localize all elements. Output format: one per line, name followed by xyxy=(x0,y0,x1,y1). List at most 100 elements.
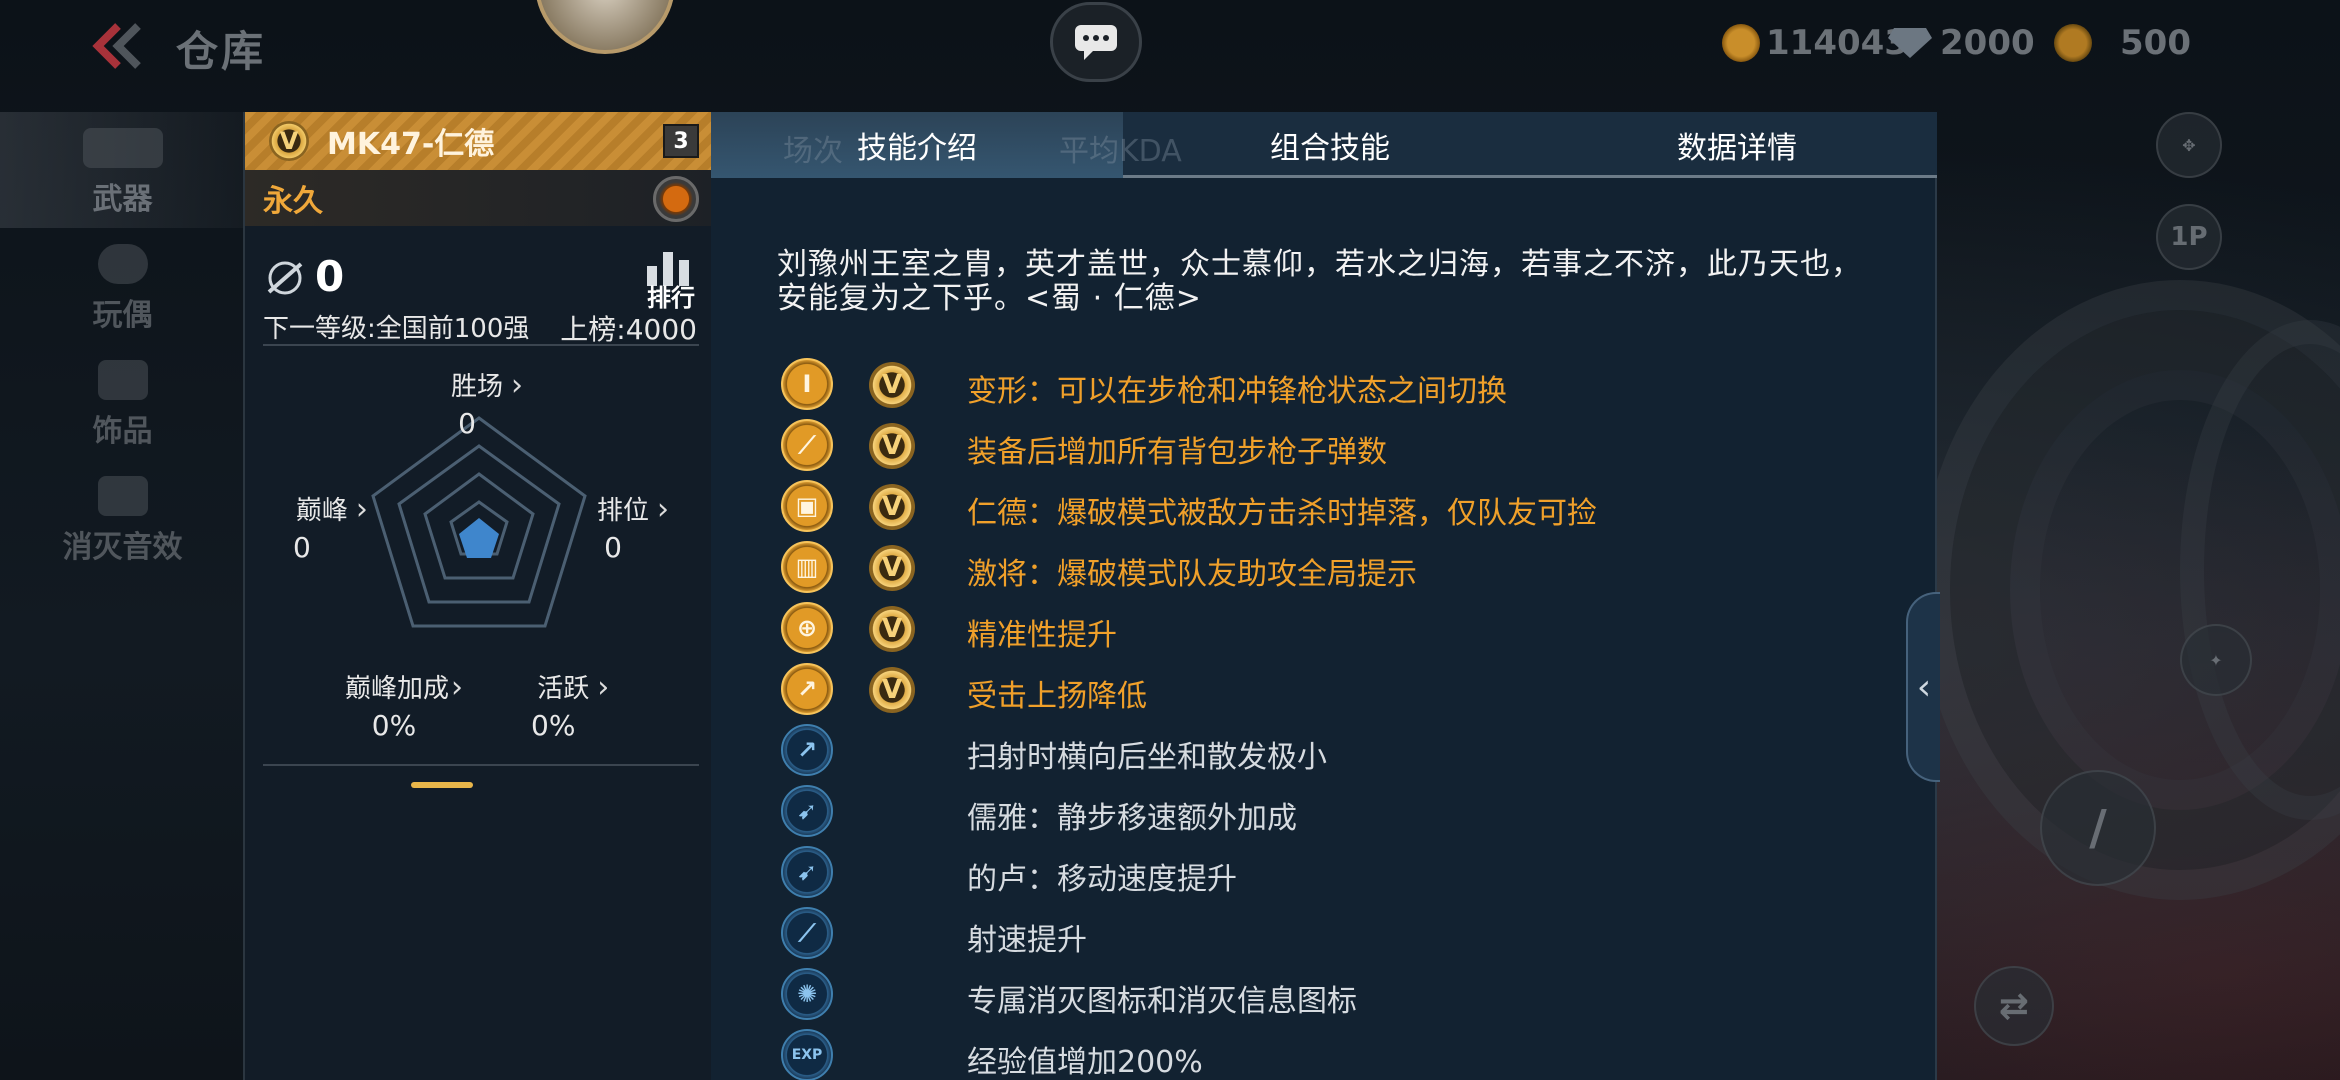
stat-activity[interactable]: 活跃 › 0% xyxy=(531,668,615,742)
spread-icon: ↗ xyxy=(781,724,833,776)
chat-button[interactable] xyxy=(1050,2,1142,82)
chevron-right-icon: › xyxy=(355,492,368,527)
skill-text: 经验值增加200% xyxy=(967,1045,1203,1080)
weapon-description: 刘豫州王室之胄，英才盖世，众士慕仰，若水之归海，若事之不济，此乃天也，安能复为之… xyxy=(777,247,1862,316)
token-icon xyxy=(2054,24,2092,62)
dpad-icon[interactable]: ✥ xyxy=(2156,112,2222,178)
skill-text: 仁德：爆破模式被敌方击杀时掉落，仅队友可捡 xyxy=(967,496,1597,531)
v-rank-icon: V xyxy=(869,545,915,591)
skill-text: 装备后增加所有背包步枪子弹数 xyxy=(967,435,1387,470)
speaker-icon xyxy=(97,476,148,516)
skill-row: ➹ 的卢：移动速度提升 xyxy=(781,846,1901,902)
bullet-icon: ⟋ xyxy=(781,907,833,959)
chevron-right-icon: › xyxy=(511,368,524,403)
skill-row: ▥ V 激将：爆破模式队友助攻全局提示 xyxy=(781,541,1901,597)
divider xyxy=(263,764,699,766)
knife-icon[interactable]: / xyxy=(2040,770,2156,886)
v-rank-icon: V xyxy=(869,484,915,530)
v-rank-icon: V xyxy=(869,606,915,652)
kill-mark-icon: ✺ xyxy=(781,968,833,1020)
weapon-level: 3 xyxy=(663,124,699,158)
accessory-icon xyxy=(97,360,148,400)
skill-text: 激将：爆破模式队友助攻全局提示 xyxy=(967,557,1417,592)
left-nav: 武器 玩偶 饰品 消灭音效 xyxy=(0,110,245,1080)
nav-item-dolls[interactable]: 玩偶 xyxy=(0,228,245,344)
skill-row: ⟋ 射速提升 xyxy=(781,907,1901,963)
currency-token[interactable]: 500 xyxy=(2054,18,2191,68)
divider xyxy=(263,344,699,346)
chat-icon xyxy=(1075,25,1117,60)
rank-row: 0 排行 xyxy=(263,252,703,312)
skill-row: EXP 经验值增加200% xyxy=(781,1029,1901,1080)
transform-icon: I xyxy=(781,358,833,410)
skill-row: ▣ V 仁德：爆破模式被敌方击杀时掉落，仅队友可捡 xyxy=(781,480,1901,536)
skills-panel: 技能介绍 组合技能 数据详情 场次 平均KDA 刘豫州王室之胄，英才盖世，众士慕… xyxy=(711,112,1940,1080)
leaderboard-icon: 排行 xyxy=(647,252,695,312)
stat-rank[interactable]: 排位 › 0 xyxy=(597,490,669,564)
skill-text: 精准性提升 xyxy=(967,618,1117,653)
ammo-icon: ▥ xyxy=(781,541,833,593)
skill-text: 受击上扬降低 xyxy=(967,679,1147,714)
weapon-name: MK47-仁德 xyxy=(327,127,495,162)
skill-text: 射速提升 xyxy=(967,923,1087,958)
weapon-duration: 永久 xyxy=(263,184,323,219)
gold-coin-icon xyxy=(1722,24,1760,62)
skill-text: 的卢：移动速度提升 xyxy=(967,862,1237,897)
page-indicator xyxy=(411,782,473,788)
page-title: 仓库 xyxy=(176,27,267,76)
kill-count-icon xyxy=(267,261,303,295)
crosshair-icon: ⊕ xyxy=(781,602,833,654)
stat-peak[interactable]: 巅峰 › 0 xyxy=(293,490,371,564)
swap-icon[interactable]: ⇄ xyxy=(1974,966,2054,1046)
collapse-panel-button[interactable]: ‹ xyxy=(1906,592,1940,782)
ghost-tab-kda: 平均KDA xyxy=(1059,134,1182,169)
skill-row: ➹ 儒雅：静步移速额外加成 xyxy=(781,785,1901,841)
back-icon[interactable] xyxy=(88,22,148,70)
stat-peak-bonus[interactable]: 巅峰加成› 0% xyxy=(345,668,463,742)
skill-text: 变形：可以在步枪和冲锋枪状态之间切换 xyxy=(967,374,1507,409)
nav-item-kill-sounds[interactable]: 消灭音效 xyxy=(0,460,245,576)
kill-count: 0 xyxy=(315,252,345,301)
top-bar: 仓库 114043 2000 500 xyxy=(0,0,2340,110)
duration-row: 永久 xyxy=(245,170,713,226)
walk-icon: ➹ xyxy=(781,785,833,837)
leaderboard-button[interactable]: 排行 xyxy=(639,246,703,312)
ghost-tab-matches: 场次 xyxy=(783,134,843,169)
stats-radar-chart xyxy=(371,416,587,628)
skill-text: 儒雅：静步移速额外加成 xyxy=(967,801,1297,836)
tab-combo-skills[interactable]: 组合技能 xyxy=(1123,112,1537,178)
stat-wins[interactable]: 胜场 › 0 xyxy=(451,366,523,440)
v-rank-icon: V xyxy=(869,423,915,469)
board-requirement: 上榜:4000 xyxy=(560,313,697,346)
chevron-right-icon: › xyxy=(451,670,464,705)
currency-diamond[interactable]: 2000 xyxy=(1886,18,2035,68)
currency-gold[interactable]: 114043 xyxy=(1722,18,1908,68)
grenade-icon[interactable]: ✦ xyxy=(2180,624,2252,696)
exp-icon: EXP xyxy=(781,1029,833,1080)
v-rank-icon: V xyxy=(869,667,915,713)
weapon-header: V MK47-仁德 3 xyxy=(245,112,713,170)
chevron-left-icon: ‹ xyxy=(1916,666,1932,708)
skill-row: ↗ V 受击上扬降低 xyxy=(781,663,1901,719)
skill-text: 扫射时横向后坐和散发极小 xyxy=(967,740,1327,775)
chevron-right-icon: › xyxy=(657,492,670,527)
rifle-icon xyxy=(82,128,163,168)
nav-item-accessories[interactable]: 饰品 xyxy=(0,344,245,460)
view-toggle-button[interactable]: 1P xyxy=(2156,204,2222,270)
gift-icon: ▣ xyxy=(781,480,833,532)
skill-row: ✺ 专属消灭图标和消灭信息图标 xyxy=(781,968,1901,1024)
chevron-right-icon: › xyxy=(597,670,610,705)
weapon-info-panel: V MK47-仁德 3 永久 0 排行 下一等级:全国前100强 上榜:4000 xyxy=(243,112,713,1080)
run-icon: ➹ xyxy=(781,846,833,898)
nav-item-weapons[interactable]: 武器 xyxy=(0,112,245,228)
v-rank-icon: V xyxy=(869,362,915,408)
rifle-icon: ⟋ xyxy=(781,419,833,471)
skin-effect-icon[interactable] xyxy=(653,176,699,222)
skill-row: ⊕ V 精准性提升 xyxy=(781,602,1901,658)
skill-row: ⟋ V 装备后增加所有背包步枪子弹数 xyxy=(781,419,1901,475)
next-level-requirement: 下一等级:全国前100强 xyxy=(263,314,530,344)
tab-bar: 技能介绍 组合技能 数据详情 场次 平均KDA xyxy=(711,112,1937,178)
avatar[interactable] xyxy=(535,0,675,54)
tab-data-details[interactable]: 数据详情 xyxy=(1537,112,1937,178)
diamond-icon xyxy=(1888,28,1932,58)
